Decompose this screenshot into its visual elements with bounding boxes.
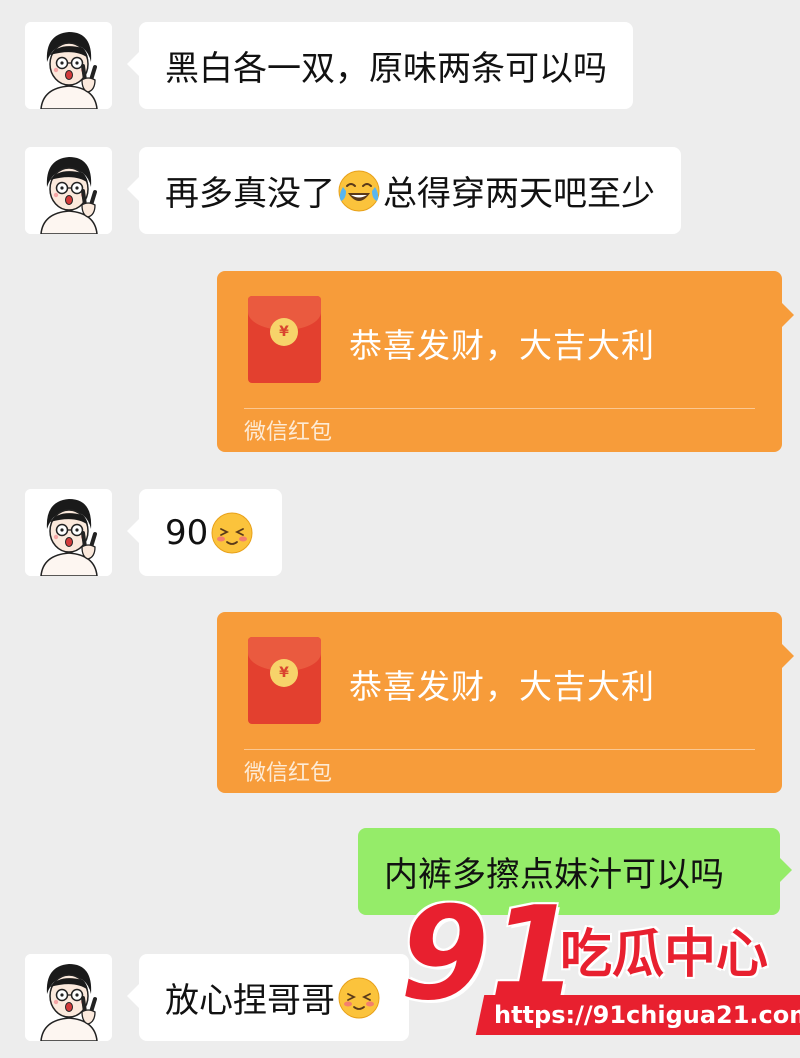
red-packet-title: 恭喜发财，大吉大利 (349, 667, 655, 706)
shy-blush-emoji-icon (211, 511, 254, 554)
watermark-logo: 91 吃瓜中心 https://91chigua21.com (400, 880, 800, 1058)
red-packet-message[interactable]: ¥ 恭喜发财，大吉大利 微信红包 (217, 271, 794, 452)
message-text: 90 (165, 512, 209, 553)
yuan-coin-icon: ¥ (270, 659, 298, 687)
contact-avatar[interactable] (25, 954, 112, 1041)
message-text: 总得穿两天吧至少 (383, 174, 655, 214)
red-packet-divider (244, 749, 755, 750)
red-packet-divider (244, 408, 755, 409)
message-bubble[interactable]: 再多真没了 总得穿两天吧至少 (127, 147, 681, 234)
message-text: 放心捏哥哥 (165, 981, 335, 1021)
contact-avatar[interactable] (25, 22, 112, 109)
watermark-url: https://91chigua21.com (475, 995, 800, 1035)
red-packet-message[interactable]: ¥ 恭喜发财，大吉大利 微信红包 (217, 612, 794, 793)
message-bubble[interactable]: 放心捏哥哥 (127, 954, 409, 1041)
yuan-coin-icon: ¥ (270, 318, 298, 346)
shy-blush-emoji-icon (338, 976, 380, 1019)
message-text: 黑白各一双，原味两条可以吗 (165, 49, 607, 89)
red-envelope-icon: ¥ (248, 296, 321, 383)
red-packet-title: 恭喜发财，大吉大利 (349, 326, 655, 365)
contact-avatar[interactable] (25, 147, 112, 234)
watermark-name: 吃瓜中心 (560, 925, 769, 985)
red-packet-label: 微信红包 (244, 420, 333, 445)
red-packet-label: 微信红包 (244, 761, 333, 786)
red-envelope-icon: ¥ (248, 637, 321, 724)
laugh-cry-emoji-icon (338, 169, 380, 212)
message-text: 再多真没了 (165, 174, 335, 214)
message-bubble[interactable]: 黑白各一双，原味两条可以吗 (127, 22, 633, 109)
contact-avatar[interactable] (25, 489, 112, 576)
message-bubble[interactable]: 90 (126, 489, 283, 576)
